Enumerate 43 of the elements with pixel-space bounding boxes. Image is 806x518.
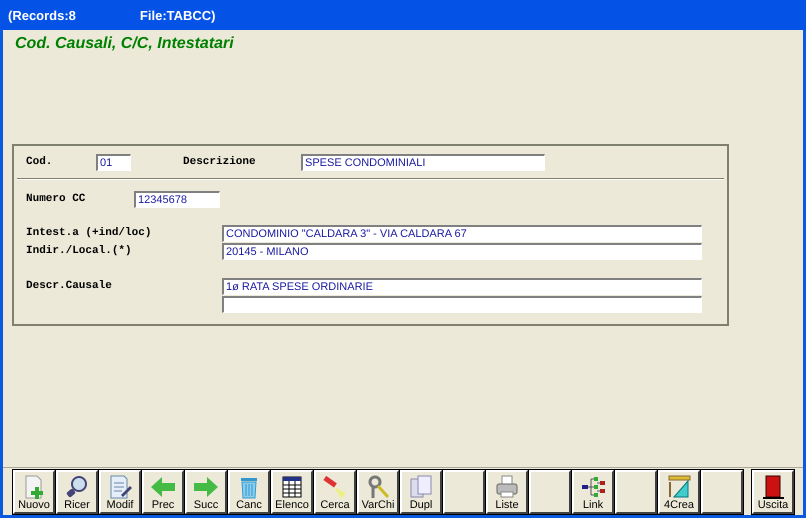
descr-causale-field[interactable]: 1ø RATA SPESE ORDINARIE bbox=[222, 278, 702, 295]
descr-causale-extra-field[interactable] bbox=[222, 296, 702, 313]
left-arrow-icon bbox=[150, 474, 176, 498]
copy-icon bbox=[408, 474, 434, 498]
intestatario-field[interactable]: CONDOMINIO "CALDARA 3" - VIA CALDARA 67 bbox=[222, 224, 702, 242]
empty-toolbar-button[interactable] bbox=[701, 470, 743, 514]
descrizione-field[interactable]: SPESE CONDOMINIALI bbox=[301, 154, 545, 170]
cod-label: Cod. bbox=[26, 154, 54, 170]
door-icon bbox=[760, 474, 786, 498]
intestatario-label: Intest.a (+ind/loc) bbox=[26, 226, 152, 241]
ruler-triangle-icon bbox=[666, 474, 692, 498]
toolbar-button[interactable]: Liste bbox=[486, 470, 528, 514]
toolbar-button[interactable]: Modif bbox=[99, 470, 141, 514]
toolbar-button[interactable]: Nuovo bbox=[13, 470, 55, 514]
right-arrow-icon bbox=[193, 474, 219, 498]
descrizione-label: Descrizione bbox=[183, 154, 257, 170]
records-count: (Records:8 bbox=[8, 6, 76, 25]
file-name: File:TABCC) bbox=[140, 6, 216, 25]
cod-field[interactable]: 01 bbox=[96, 154, 131, 170]
printer-icon bbox=[494, 474, 520, 498]
descr-causale-label: Descr.Causale bbox=[26, 279, 113, 294]
toolbar-button[interactable]: Succ bbox=[185, 470, 227, 514]
toolbar-button[interactable]: VarChi bbox=[357, 470, 399, 514]
toolbar-button[interactable]: 4Crea bbox=[658, 470, 700, 514]
toolbar-button[interactable]: Dupl bbox=[400, 470, 442, 514]
numero-cc-label: Numero CC bbox=[26, 192, 86, 207]
indirizzo-field[interactable]: 20145 - MILANO bbox=[222, 242, 702, 260]
toolbar-button[interactable]: Ricer bbox=[56, 470, 98, 514]
toolbar-button[interactable]: Elenco bbox=[271, 470, 313, 514]
empty-toolbar-button[interactable] bbox=[615, 470, 657, 514]
flashlight-icon bbox=[322, 474, 348, 498]
tree-diagram-icon bbox=[580, 474, 606, 498]
form-heading: Cod. Causali, C/C, Intestatari bbox=[14, 34, 235, 54]
empty-toolbar-button[interactable] bbox=[529, 470, 571, 514]
toolbar-button[interactable]: Cerca bbox=[314, 470, 356, 514]
numero-cc-field[interactable]: 12345678 bbox=[134, 190, 220, 208]
toolbar-button[interactable]: Link bbox=[572, 470, 614, 514]
magnifier-icon bbox=[64, 474, 90, 498]
empty-toolbar-button[interactable] bbox=[443, 470, 485, 514]
indirizzo-label: Indir./Local.(*) bbox=[26, 244, 133, 259]
toolbar-button[interactable]: Uscita bbox=[752, 470, 794, 514]
toolbar-button[interactable]: Canc bbox=[228, 470, 270, 514]
toolbar-button[interactable]: Prec bbox=[142, 470, 184, 514]
